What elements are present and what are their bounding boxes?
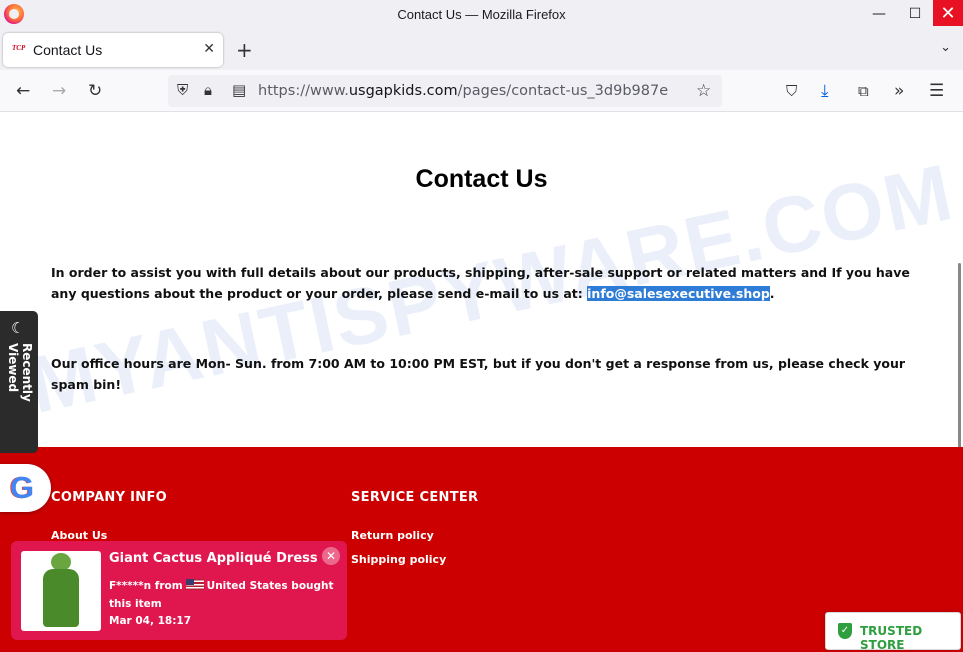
google-reviews-badge[interactable]: G	[0, 464, 51, 512]
company-info-heading: COMPANY INFO	[51, 490, 167, 505]
overflow-menu-icon[interactable]: »	[894, 81, 904, 101]
page-info-icon[interactable]: ▤	[232, 81, 246, 99]
page-title: Contact Us	[415, 165, 548, 193]
google-logo-icon: G	[10, 470, 35, 505]
reload-button[interactable]: ↻	[88, 81, 102, 101]
popup-close-button[interactable]: ✕	[322, 547, 340, 565]
shield-check-icon: ✓	[838, 623, 852, 639]
minimize-button[interactable]: —	[861, 0, 897, 28]
extensions-icon[interactable]: ⧉	[858, 81, 869, 101]
recently-viewed-label: Recently Viewed	[6, 343, 34, 402]
office-hours-paragraph: Our office hours are Mon- Sun. from 7:00…	[51, 356, 906, 392]
close-window-button[interactable]: ✕	[933, 0, 963, 26]
trusted-store-badge[interactable]: ✓ TRUSTED STORE	[825, 612, 961, 652]
forward-button[interactable]: →	[52, 81, 66, 101]
url-bar[interactable]: ⛨ 🔒︎ ▤ https://www.usgapkids.com/pages/c…	[168, 75, 722, 107]
title-bar: Contact Us — Mozilla Firefox — ☐ ✕	[0, 0, 963, 30]
list-all-tabs-button[interactable]: ⌄	[940, 40, 951, 55]
url-text[interactable]: https://www.usgapkids.com/pages/contact-…	[258, 83, 668, 99]
trusted-store-label: TRUSTED STORE	[860, 624, 923, 652]
pocket-icon[interactable]: ⛉	[786, 81, 797, 101]
new-tab-button[interactable]: +	[236, 38, 253, 62]
back-button[interactable]: ←	[16, 81, 30, 101]
tab-strip: TCP Contact Us ✕ + ⌄	[0, 30, 963, 70]
popup-purchase-text: F*****n from United States bought this it…	[109, 579, 334, 610]
page-content: MYANTISPYWARE.COM Contact Us In order to…	[0, 113, 963, 652]
return-policy-link[interactable]: Return policy	[351, 529, 434, 542]
close-tab-icon[interactable]: ✕	[203, 41, 215, 57]
popup-product-name[interactable]: Giant Cactus Appliqué Dress	[109, 551, 318, 566]
tab-label: Contact Us	[33, 42, 103, 58]
navigation-toolbar: ← → ↻ ⛨ 🔒︎ ▤ https://www.usgapkids.com/p…	[0, 70, 963, 112]
contact-email-link[interactable]: info@salesexecutive.shop	[587, 286, 770, 301]
sales-notification-popup[interactable]: Giant Cactus Appliqué Dress F*****n from…	[11, 541, 347, 640]
bookmark-star-icon[interactable]: ☆	[696, 81, 711, 101]
app-menu-icon[interactable]: ☰	[929, 81, 944, 101]
lock-icon[interactable]: 🔒︎	[204, 81, 212, 99]
maximize-button[interactable]: ☐	[897, 0, 933, 28]
recently-viewed-icon: ☾	[11, 319, 25, 337]
service-center-heading: SERVICE CENTER	[351, 490, 479, 505]
contact-paragraph: In order to assist you with full details…	[51, 265, 910, 301]
popup-date: Mar 04, 18:17	[109, 615, 192, 627]
tcp-favicon-icon: TCP	[12, 44, 26, 52]
downloads-icon[interactable]: ⤓	[821, 81, 829, 101]
window-title: Contact Us — Mozilla Firefox	[397, 7, 566, 22]
shipping-policy-link[interactable]: Shipping policy	[351, 553, 446, 566]
tracking-protection-shield-icon[interactable]: ⛨	[177, 81, 188, 99]
product-thumbnail[interactable]	[21, 551, 101, 631]
recently-viewed-tab[interactable]: ☾ Recently Viewed	[0, 311, 38, 453]
tab-contact-us[interactable]: TCP Contact Us ✕	[3, 33, 223, 67]
us-flag-icon	[185, 579, 204, 590]
